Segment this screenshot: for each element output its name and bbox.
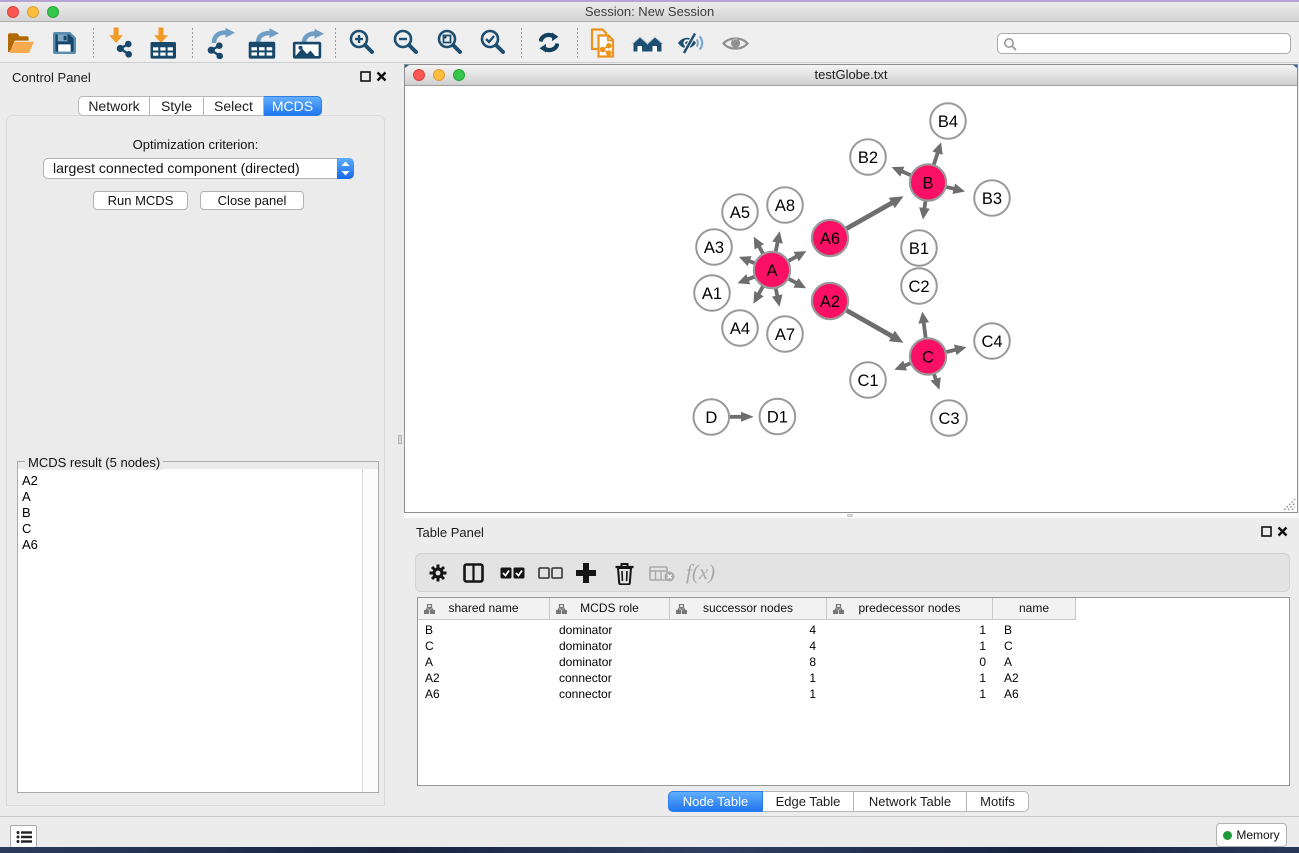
svg-text:B3: B3: [982, 190, 1002, 208]
svg-text:C: C: [922, 349, 934, 367]
svg-text:C1: C1: [857, 372, 878, 390]
svg-text:A: A: [766, 262, 777, 280]
svg-text:C3: C3: [938, 410, 959, 428]
svg-text:A6: A6: [820, 230, 840, 248]
svg-text:B: B: [922, 175, 933, 193]
svg-text:D: D: [705, 409, 717, 427]
svg-text:A2: A2: [820, 293, 840, 311]
svg-text:B1: B1: [909, 240, 929, 258]
svg-text:A8: A8: [775, 197, 795, 215]
svg-text:A1: A1: [702, 285, 722, 303]
svg-text:B2: B2: [858, 149, 878, 167]
svg-text:D1: D1: [767, 409, 788, 427]
svg-text:A7: A7: [775, 326, 795, 344]
svg-text:C4: C4: [981, 333, 1002, 351]
svg-text:B4: B4: [938, 113, 958, 131]
svg-text:A3: A3: [704, 239, 724, 257]
svg-text:A4: A4: [730, 320, 750, 338]
svg-text:C2: C2: [908, 278, 929, 296]
svg-text:A5: A5: [730, 204, 750, 222]
